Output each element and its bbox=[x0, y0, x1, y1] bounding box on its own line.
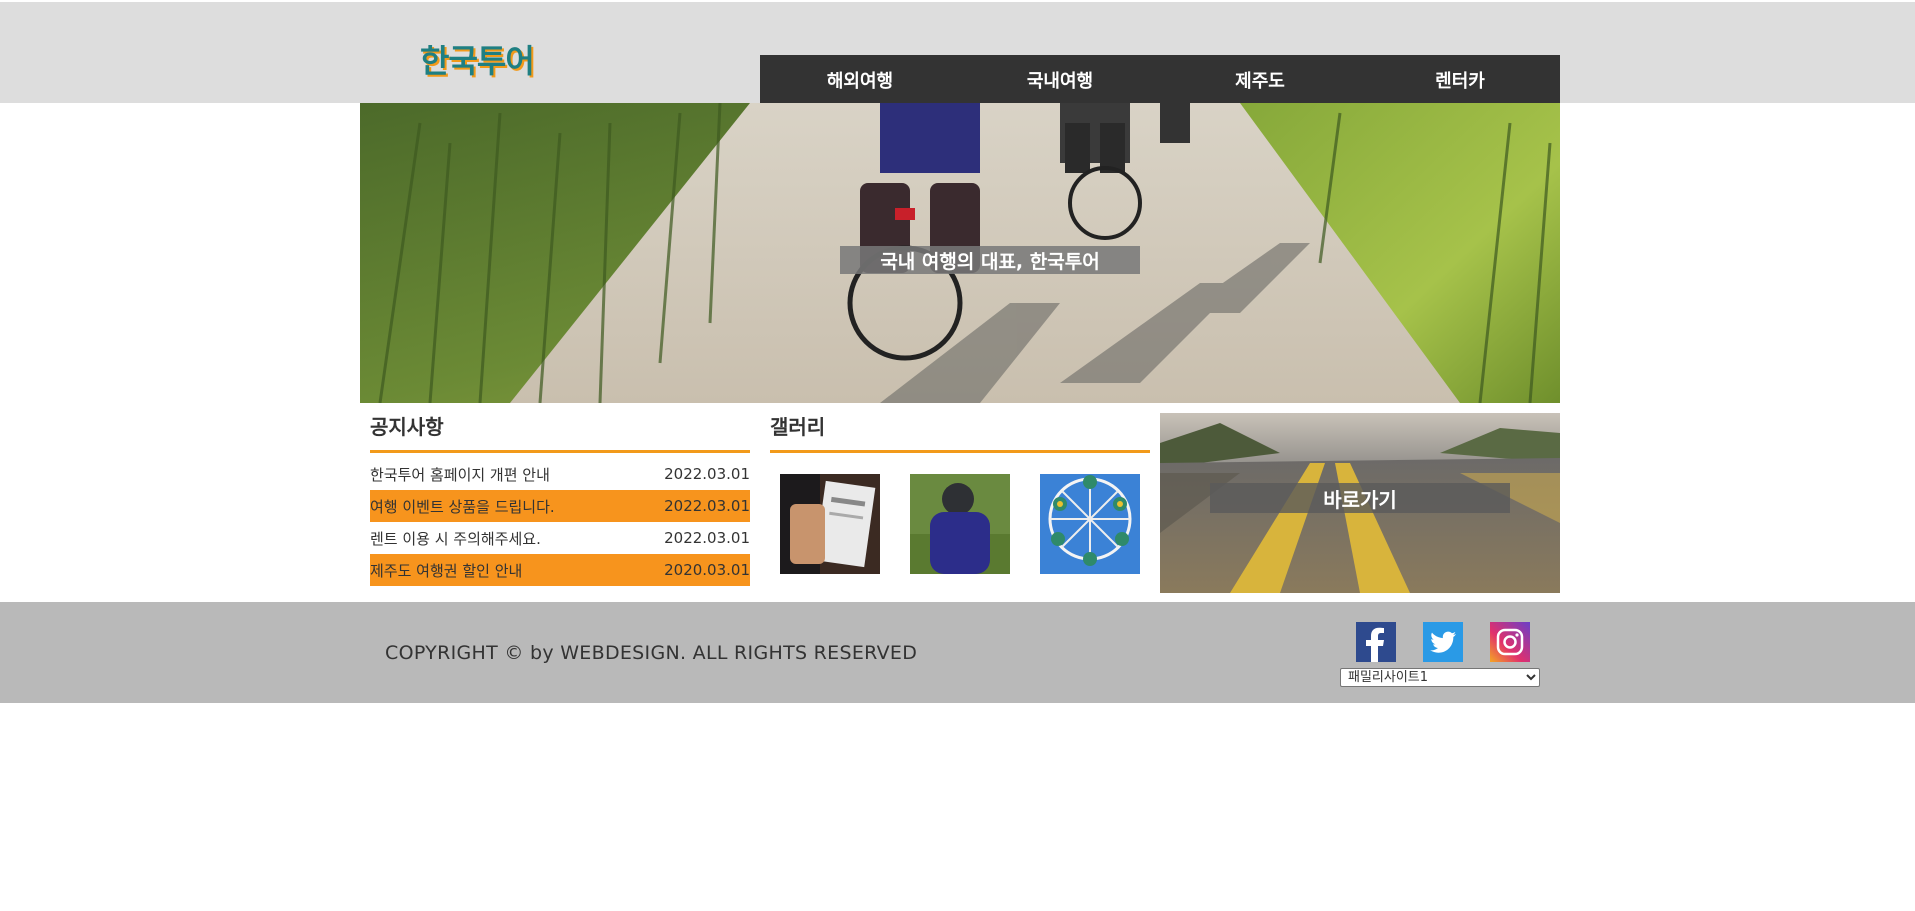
twitter-icon[interactable] bbox=[1423, 622, 1463, 662]
instagram-icon[interactable] bbox=[1490, 622, 1530, 662]
header: 한국투어 해외여행 국내여행 제주도 렌터카 bbox=[0, 2, 1915, 105]
notice-item-text: 한국투어 홈페이지 개편 안내 bbox=[370, 465, 550, 484]
copyright-text: COPYRIGHT © by WEBDESIGN. ALL RIGHTS RES… bbox=[385, 642, 918, 664]
hero-caption: 국내 여행의 대표, 한국투어 bbox=[840, 246, 1140, 274]
notice-item[interactable]: 여행 이벤트 상품을 드립니다. 2022.03.01 bbox=[370, 490, 750, 522]
gallery-thumbs bbox=[770, 453, 1150, 574]
notice-item-text: 여행 이벤트 상품을 드립니다. bbox=[370, 497, 555, 516]
notice-item-date: 2020.03.01 bbox=[664, 561, 750, 579]
notice-item-date: 2022.03.01 bbox=[664, 529, 750, 547]
family-site-select[interactable]: 패밀리사이트1 bbox=[1340, 668, 1540, 687]
site-logo[interactable]: 한국투어 bbox=[420, 36, 535, 82]
gallery-thumb-traveler[interactable] bbox=[910, 474, 1010, 574]
notice-item[interactable]: 제주도 여행권 할인 안내 2020.03.01 bbox=[370, 554, 750, 586]
notice-section: 공지사항 한국투어 홈페이지 개편 안내 2022.03.01 여행 이벤트 상… bbox=[370, 410, 750, 586]
notice-item-date: 2022.03.01 bbox=[664, 497, 750, 515]
notice-list: 한국투어 홈페이지 개편 안내 2022.03.01 여행 이벤트 상품을 드립… bbox=[370, 458, 750, 586]
notice-item[interactable]: 한국투어 홈페이지 개편 안내 2022.03.01 bbox=[370, 458, 750, 490]
notice-item-text: 제주도 여행권 할인 안내 bbox=[370, 561, 523, 580]
gallery-section: 갤러리 bbox=[770, 410, 1150, 574]
gallery-title: 갤러리 bbox=[770, 410, 1150, 453]
main-nav: 해외여행 국내여행 제주도 렌터카 bbox=[760, 55, 1560, 105]
nav-item-jeju[interactable]: 제주도 bbox=[1160, 55, 1360, 105]
gallery-thumb-ferris-wheel[interactable] bbox=[1040, 474, 1140, 574]
nav-item-rentcar[interactable]: 렌터카 bbox=[1360, 55, 1560, 105]
shortcut-label: 바로가기 bbox=[1210, 483, 1510, 513]
nav-item-domestic[interactable]: 국내여행 bbox=[960, 55, 1160, 105]
footer: COPYRIGHT © by WEBDESIGN. ALL RIGHTS RES… bbox=[0, 602, 1915, 703]
nav-item-overseas[interactable]: 해외여행 bbox=[760, 55, 960, 105]
gallery-thumb-ticket[interactable] bbox=[780, 474, 880, 574]
notice-item-text: 렌트 이용 시 주의해주세요. bbox=[370, 529, 541, 548]
notice-item-date: 2022.03.01 bbox=[664, 465, 750, 483]
notice-title: 공지사항 bbox=[370, 410, 750, 453]
shortcut-banner[interactable]: 바로가기 bbox=[1160, 413, 1560, 593]
notice-item[interactable]: 렌트 이용 시 주의해주세요. 2022.03.01 bbox=[370, 522, 750, 554]
hero-banner: 국내 여행의 대표, 한국투어 bbox=[360, 103, 1560, 403]
facebook-icon[interactable] bbox=[1356, 622, 1396, 662]
